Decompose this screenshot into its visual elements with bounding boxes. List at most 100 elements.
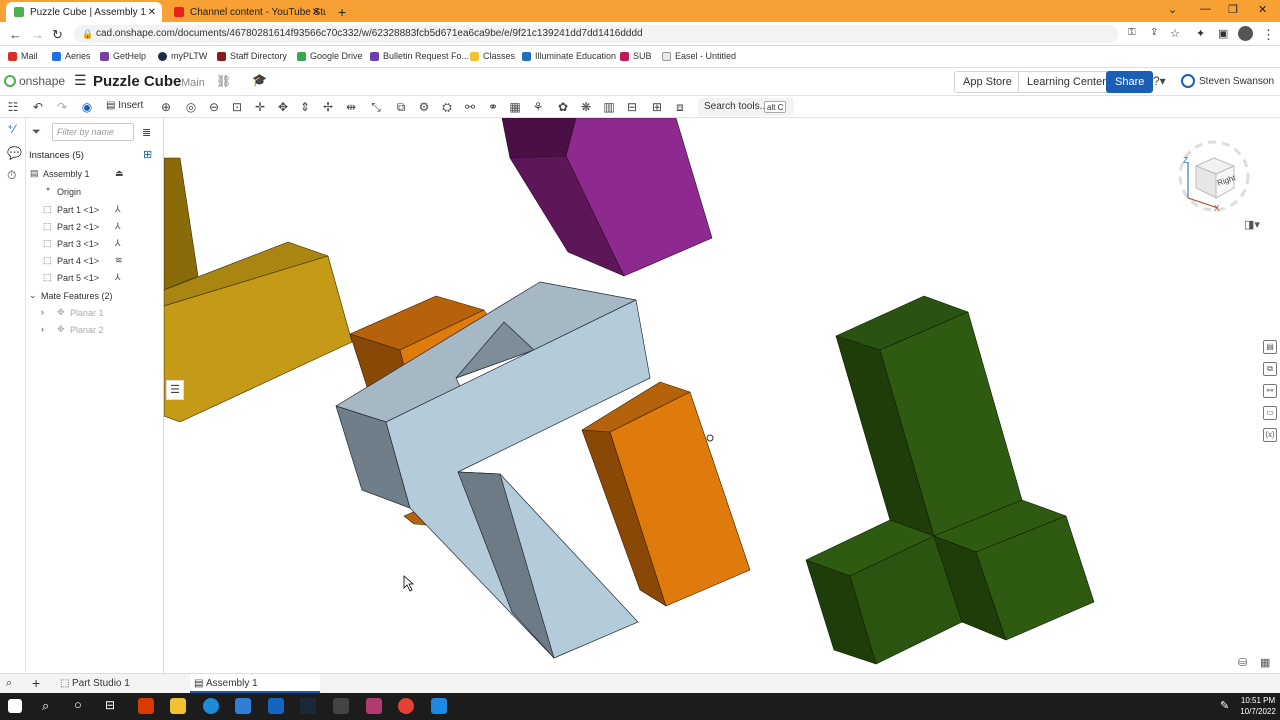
cortana-icon[interactable]: ○ [74, 697, 82, 712]
chevron-down-icon[interactable]: ⌄ [29, 290, 37, 301]
bookmark-mypltw[interactable]: myPLTW [158, 51, 207, 61]
chrome-icon[interactable] [398, 698, 414, 714]
photos-icon[interactable] [431, 698, 447, 714]
bookmark-google-drive[interactable]: Google Drive [297, 51, 363, 61]
feature-list-icon[interactable]: ☷ [6, 100, 20, 114]
bookmark-classes[interactable]: Classes [470, 51, 515, 61]
share-page-icon[interactable]: ⇪ [1150, 27, 1158, 38]
mirror-icon[interactable]: ❋ [579, 100, 593, 114]
rack-pinion-icon[interactable]: ⛭ [440, 100, 454, 114]
tree-item-planar-2[interactable]: Planar 2 [70, 325, 104, 335]
mated-icon[interactable]: ⅄ [115, 204, 121, 215]
circular-pattern-icon[interactable]: ✿ [556, 100, 570, 114]
reload-icon[interactable]: ↻ [52, 27, 63, 43]
undo-icon[interactable]: ↶ [31, 100, 45, 114]
task-view-icon[interactable]: ⊟ [105, 698, 115, 712]
mail-icon[interactable] [268, 698, 284, 714]
star-icon[interactable]: ☆ [1170, 27, 1180, 40]
add-feature-icon[interactable]: ⁺⁄ [7, 122, 15, 136]
bookmark-easel[interactable]: Easel - Untitled [662, 51, 736, 61]
clock-date[interactable]: 10/7/2022 [1240, 707, 1276, 716]
tab-search-chevron-icon[interactable]: ⌄ [1168, 3, 1177, 16]
tree-item-part-3[interactable]: Part 3 <1> [57, 239, 99, 249]
bookmark-gethelp[interactable]: GetHelp [100, 51, 146, 61]
edge-icon[interactable] [203, 698, 219, 714]
fastened-mate-icon[interactable]: ⊖ [207, 100, 221, 114]
app-icon[interactable] [366, 698, 382, 714]
close-tab-icon[interactable]: ✕ [148, 7, 156, 18]
chevron-right-icon[interactable]: › [41, 307, 44, 317]
tab-part-studio-1[interactable]: ⬚ Part Studio 1 [56, 674, 186, 693]
branch-name[interactable]: Main [181, 77, 205, 89]
back-icon[interactable]: ← [9, 27, 22, 42]
browser-tab-onshape[interactable]: Puzzle Cube | Assembly 1 ✕ [6, 2, 162, 22]
mated-icon[interactable]: ⅄ [115, 221, 121, 232]
bookmark-aeries[interactable]: Aeries [52, 51, 91, 61]
learning-center-button[interactable]: Learning Center [1018, 71, 1115, 93]
redo-icon[interactable]: ↷ [55, 100, 69, 114]
variables-panel-icon[interactable]: (x) [1263, 428, 1277, 442]
learning-cap-icon[interactable]: 🎓 [252, 73, 267, 87]
filter-icon[interactable]: ⏷ [32, 126, 41, 139]
windows-start-icon[interactable] [8, 699, 22, 713]
display-mode-icon[interactable]: ⛁ [1238, 656, 1247, 669]
filter-by-name-input[interactable]: Filter by name [52, 123, 134, 141]
tree-item-assembly[interactable]: Assembly 1 [43, 169, 90, 179]
grounded-icon[interactable]: ≋ [115, 255, 123, 266]
close-window-icon[interactable]: ✕ [1258, 3, 1267, 16]
bookmark-staff-directory[interactable]: Staff Directory [217, 51, 287, 61]
toggle-list-icon[interactable]: ☰ [166, 380, 184, 400]
mated-icon[interactable]: ⅄ [115, 272, 121, 283]
part-purple[interactable] [501, 118, 713, 277]
document-title[interactable]: Puzzle Cube [93, 73, 181, 90]
revolute-mate-icon[interactable]: ⊡ [230, 100, 244, 114]
tree-item-part-1[interactable]: Part 1 <1> [57, 205, 99, 215]
insert-button[interactable]: ▤ Insert [106, 100, 143, 111]
linear-pattern-icon[interactable]: ⚘ [531, 100, 545, 114]
render-icon[interactable]: ▦ [1260, 656, 1270, 669]
menu-kebab-icon[interactable]: ⋮ [1262, 27, 1275, 43]
configurations-panel-icon[interactable]: ▭ [1263, 406, 1277, 420]
pin-slot-mate-icon[interactable]: ✢ [321, 100, 335, 114]
key-icon[interactable]: ⚿ [1128, 27, 1136, 38]
assembly-3d-scene[interactable] [164, 118, 1280, 673]
chevron-right-icon[interactable]: › [41, 324, 44, 334]
mate-connector-marker[interactable] [706, 434, 714, 442]
steam-icon[interactable] [300, 698, 316, 714]
snipping-tool-icon[interactable] [333, 698, 349, 714]
tree-item-mate-features[interactable]: Mate Features (2) [41, 291, 113, 301]
slider-mate-icon[interactable]: ✛ [253, 100, 267, 114]
version-icon[interactable]: ◉ [80, 100, 94, 114]
bookmark-sub[interactable]: SUB [620, 51, 652, 61]
part-gold[interactable] [164, 157, 353, 423]
planar-mate-icon[interactable]: ✥ [276, 100, 290, 114]
tangent-mate-icon[interactable]: ⤡ [369, 100, 383, 114]
tree-item-origin[interactable]: Origin [57, 187, 81, 197]
appearance-panel-icon[interactable]: ▤ [1263, 340, 1277, 354]
extensions-icon[interactable]: ✦ [1196, 27, 1205, 40]
profile-avatar[interactable] [1238, 26, 1253, 41]
onshape-logo-icon[interactable] [4, 75, 16, 87]
fixed-icon[interactable]: ⏏ [115, 168, 124, 179]
app-store-button[interactable]: App Store [954, 71, 1021, 93]
help-icon[interactable]: ?▾ [1153, 74, 1166, 88]
user-avatar-icon[interactable] [1181, 74, 1195, 88]
url-field[interactable]: 🔒 cad.onshape.com/documents/46780281614f… [74, 25, 1118, 43]
view-options-icon[interactable]: ◨▾ [1244, 218, 1260, 231]
screw-relation-icon[interactable]: ⚯ [463, 100, 477, 114]
office-icon[interactable] [138, 698, 154, 714]
named-positions-icon[interactable]: ⧈ [673, 100, 687, 114]
history-icon[interactable]: ⏱ [7, 168, 16, 183]
tab-assembly-1[interactable]: ▤ Assembly 1 [190, 674, 320, 693]
part-green[interactable] [805, 295, 1095, 665]
mates-panel-icon[interactable]: ⚯ [1263, 384, 1277, 398]
mated-icon[interactable]: ⅄ [115, 238, 121, 249]
ball-mate-icon[interactable]: ⇹ [344, 100, 358, 114]
group-icon[interactable]: ◎ [184, 100, 198, 114]
clock-time[interactable]: 10:51 PM [1240, 696, 1276, 705]
width-mate-icon[interactable]: ⧉ [394, 100, 408, 114]
comments-icon[interactable]: 💬 [7, 146, 22, 160]
list-view-icon[interactable]: ≣ [142, 126, 151, 139]
measure-icon[interactable]: ▥ [602, 100, 616, 114]
forward-icon[interactable]: → [31, 27, 44, 42]
